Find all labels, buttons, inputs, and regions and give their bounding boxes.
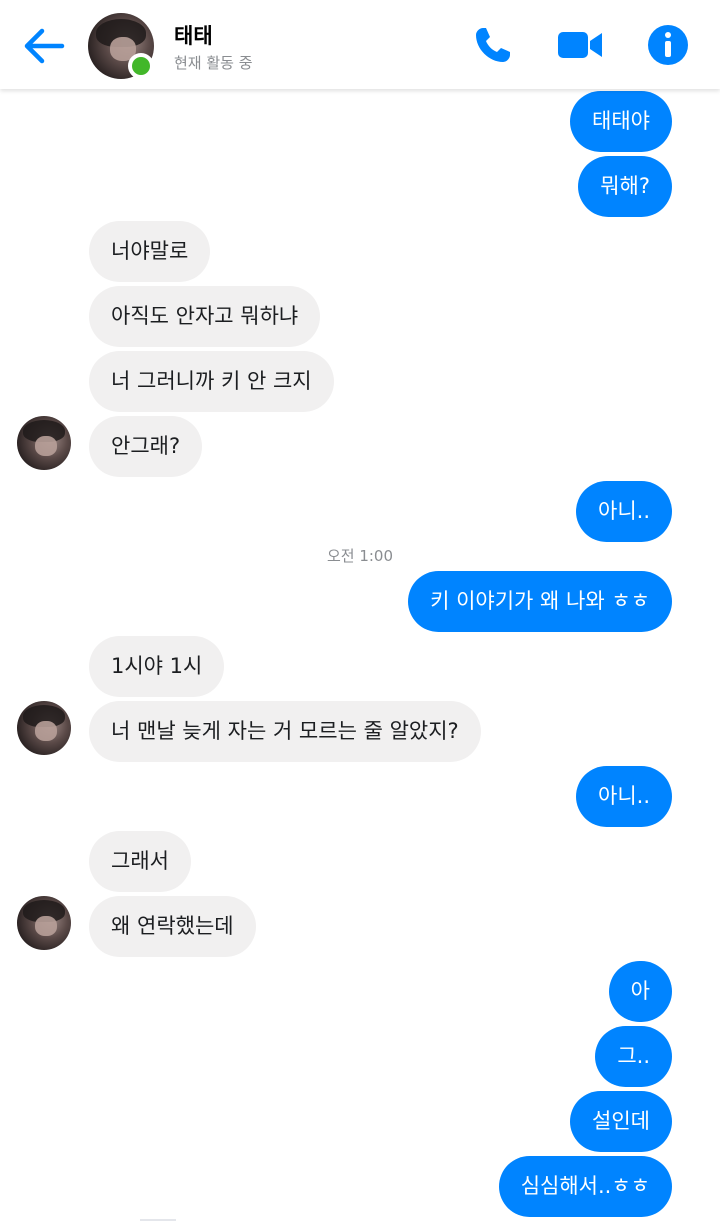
incoming-message[interactable]: 너 그러니까 키 안 크지 [89, 351, 334, 412]
outgoing-message[interactable]: 아니.. [576, 481, 672, 542]
info-button[interactable] [645, 22, 691, 68]
sender-avatar[interactable] [17, 896, 71, 950]
outgoing-message[interactable]: 태태야 [570, 91, 672, 152]
contact-status: 현재 활동 중 [174, 54, 253, 72]
outgoing-message[interactable]: 그.. [595, 1026, 672, 1087]
outgoing-message[interactable]: 아 [608, 961, 672, 1022]
incoming-message[interactable]: 아직도 안자고 뭐하냐 [89, 286, 321, 347]
sender-avatar[interactable] [17, 701, 71, 755]
call-button[interactable] [470, 22, 516, 68]
chat-header: 태태 현재 활동 중 [0, 0, 720, 89]
back-arrow-icon [24, 28, 65, 64]
incoming-message[interactable]: 그래서 [89, 831, 191, 892]
online-indicator [128, 53, 154, 79]
incoming-message[interactable]: 안그래? [89, 416, 203, 477]
outgoing-message[interactable]: 뭐해? [578, 156, 672, 217]
incoming-message[interactable]: 너야말로 [89, 221, 211, 282]
outgoing-message[interactable]: 아니.. [576, 766, 672, 827]
back-button[interactable] [18, 24, 68, 68]
outgoing-message[interactable]: 심심해서..ㅎㅎ [498, 1156, 672, 1217]
incoming-message[interactable]: 1시야 1시 [89, 636, 225, 697]
outgoing-message[interactable]: 설인데 [570, 1091, 672, 1152]
contact-name[interactable]: 태태 [174, 20, 213, 50]
incoming-message[interactable]: 너 맨날 늦게 자는 거 모르는 줄 알았지? [89, 701, 481, 762]
message-timestamp: 오전 1:00 [326, 547, 394, 565]
phone-icon [476, 28, 510, 62]
video-camera-icon [558, 32, 602, 58]
info-icon [648, 25, 688, 65]
outgoing-message[interactable]: 키 이야기가 왜 나와 ㅎㅎ [408, 571, 672, 632]
video-call-button[interactable] [555, 22, 605, 68]
sender-avatar[interactable] [17, 416, 71, 470]
incoming-message[interactable]: 왜 연락했는데 [89, 896, 256, 957]
divider [140, 1219, 176, 1221]
